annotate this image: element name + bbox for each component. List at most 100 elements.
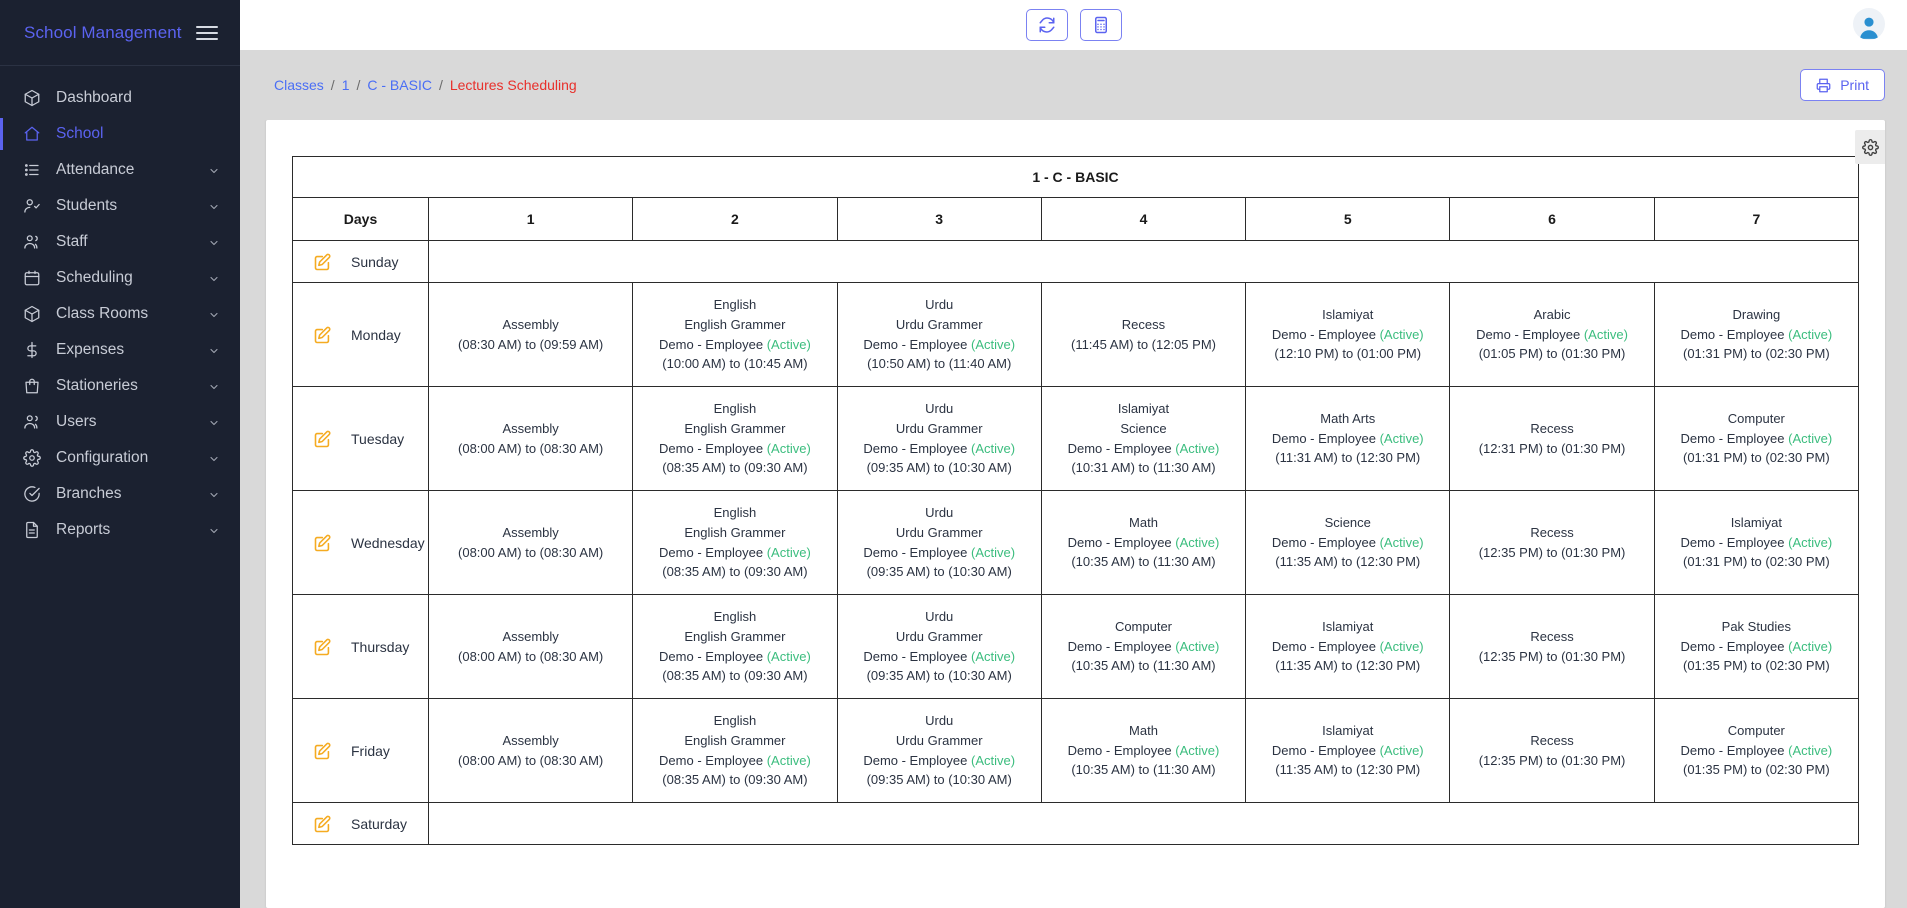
slot-topic: Urdu Grammer: [895, 628, 983, 644]
sidebar-item-scheduling[interactable]: Scheduling: [0, 260, 240, 296]
lecture-slot[interactable]: English English Grammer Demo - Employee (A…: [632, 698, 838, 803]
sidebar-item-configuration[interactable]: Configuration: [0, 440, 240, 476]
lecture-slot[interactable]: Recess (12:31 PM) to (01:30 PM): [1449, 386, 1655, 491]
lecture-slot[interactable]: Assembly (08:30 AM) to (09:59 AM): [427, 282, 634, 387]
day-label: Monday: [351, 326, 401, 343]
lecture-slot[interactable]: Math Demo - Employee (Active) (10:35 AM) t…: [1040, 490, 1247, 595]
slot-time: (01:05 PM) to (01:30 PM): [1478, 346, 1626, 362]
calculator-button[interactable]: [1079, 9, 1122, 41]
sidebar-item-branches[interactable]: Branches: [0, 476, 240, 512]
slot-teacher-line: Demo - Employee (Active): [844, 543, 1035, 563]
table-row: Saturday: [292, 802, 1859, 845]
brand-title: School Management: [24, 22, 182, 42]
slot-teacher: Demo - Employee: [1271, 430, 1376, 446]
edit-pencil-icon[interactable]: [313, 637, 333, 657]
chevron-down-icon: [208, 488, 220, 500]
slot-time: (01:31 PM) to (02:30 PM): [1683, 346, 1830, 362]
lecture-slot[interactable]: English English Grammer Demo - Employee (A…: [632, 386, 838, 491]
lecture-slot[interactable]: Assembly (08:00 AM) to (08:30 AM): [427, 490, 634, 595]
lecture-slot[interactable]: Assembly (08:00 AM) to (08:30 AM): [427, 698, 634, 803]
sidebar-item-attendance[interactable]: Attendance: [0, 152, 240, 188]
lecture-slot[interactable]: Islamiyat Demo - Employee (Active) (11:35 …: [1245, 698, 1451, 803]
lecture-slot[interactable]: Assembly (08:00 AM) to (08:30 AM): [427, 594, 634, 699]
lecture-slot[interactable]: Computer Demo - Employee (Active) (01:31 P…: [1653, 386, 1860, 491]
breadcrumb-item-3[interactable]: C - BASIC: [367, 77, 432, 93]
hamburger-icon[interactable]: [196, 25, 218, 40]
sidebar-item-dashboard[interactable]: Dashboard: [0, 80, 240, 116]
breadcrumb-item-1[interactable]: Classes: [274, 77, 324, 93]
sidebar-item-students[interactable]: Students: [0, 188, 240, 224]
lecture-slot[interactable]: Arabic Demo - Employee (Active) (01:05 PM)…: [1449, 282, 1655, 387]
lecture-slot[interactable]: Islamiyat Demo - Employee (Active) (12:10 …: [1245, 282, 1451, 387]
lecture-slot[interactable]: English English Grammer Demo - Employee (A…: [632, 594, 838, 699]
status-badge: (Active): [1175, 742, 1220, 758]
sidebar-item-label: Students: [56, 197, 118, 214]
day-label: Tuesday: [351, 430, 405, 447]
slot-time: (08:00 AM) to (08:30 AM): [458, 544, 604, 560]
lecture-slot[interactable]: Urdu Urdu Grammer Demo - Employee (Active)…: [836, 594, 1042, 699]
slot-subject: Math Arts: [1320, 410, 1376, 426]
slot-time: (09:35 AM) to (10:30 AM): [866, 460, 1012, 476]
chevron-down-icon: [208, 236, 220, 248]
sidebar-item-users[interactable]: Users: [0, 404, 240, 440]
lecture-slot[interactable]: English English Grammer Demo - Employee (A…: [632, 490, 838, 595]
empty-slot-row[interactable]: [428, 802, 1859, 845]
lecture-slot[interactable]: Science Demo - Employee (Active) (11:35 AM…: [1245, 490, 1451, 595]
edit-pencil-icon[interactable]: [313, 429, 333, 449]
slot-subject: Science: [1324, 514, 1371, 530]
lecture-slot[interactable]: Drawing Demo - Employee (Active) (01:31 PM…: [1653, 282, 1860, 387]
dollar-icon: [22, 340, 42, 360]
edit-pencil-icon[interactable]: [313, 814, 333, 834]
lecture-slot[interactable]: Islamiyat Demo - Employee (Active) (11:35 …: [1245, 594, 1451, 699]
slot-time: (10:00 AM) to (10:45 AM): [662, 356, 808, 372]
lecture-slot[interactable]: Urdu Urdu Grammer Demo - Employee (Active)…: [836, 490, 1042, 595]
status-badge: (Active): [1379, 430, 1424, 446]
lecture-slot[interactable]: Recess (12:35 PM) to (01:30 PM): [1449, 490, 1655, 595]
lecture-slot[interactable]: English English Grammer Demo - Employee (A…: [632, 282, 838, 387]
sidebar: School Management Dashboard School Attenda…: [0, 0, 240, 908]
users-icon: [22, 412, 42, 432]
edit-pencil-icon[interactable]: [313, 533, 333, 553]
table-row: Monday Assembly (08:30 AM) to (09:59 AM) En…: [292, 282, 1860, 387]
table-row: Friday Assembly (08:00 AM) to (08:30 AM) En…: [292, 698, 1860, 803]
settings-gear-button[interactable]: [1855, 130, 1885, 164]
slot-topic: Urdu Grammer: [895, 420, 983, 436]
edit-pencil-icon[interactable]: [313, 325, 333, 345]
empty-slot-row[interactable]: [428, 240, 1859, 283]
lecture-slot[interactable]: Recess (12:35 PM) to (01:30 PM): [1449, 698, 1655, 803]
lecture-slot[interactable]: Math Arts Demo - Employee (Active) (11:31 …: [1245, 386, 1451, 491]
print-button[interactable]: Print: [1800, 69, 1885, 101]
lecture-slot[interactable]: Islamiyat Demo - Employee (Active) (01:31 …: [1653, 490, 1860, 595]
refresh-button[interactable]: [1025, 9, 1068, 41]
lecture-slot[interactable]: Recess (12:35 PM) to (01:30 PM): [1449, 594, 1655, 699]
lecture-slot[interactable]: Computer Demo - Employee (Active) (10:35 A…: [1040, 594, 1247, 699]
slot-teacher: Demo - Employee: [1271, 326, 1376, 342]
status-badge: (Active): [971, 440, 1016, 456]
slot-teacher-line: Demo - Employee (Active): [844, 439, 1035, 459]
sidebar-item-reports[interactable]: Reports: [0, 512, 240, 548]
slot-subject: English: [713, 713, 757, 728]
table-row: Wednesday Assembly (08:00 AM) to (08:30 AM…: [292, 490, 1860, 595]
sidebar-nav: Dashboard School Attendance Students Staff Sc…: [0, 66, 240, 548]
sidebar-item-school[interactable]: School: [0, 116, 240, 152]
sidebar-item-label: Stationeries: [56, 377, 138, 394]
edit-pencil-icon[interactable]: [313, 252, 333, 272]
lecture-slot[interactable]: Urdu Urdu Grammer Demo - Employee (Active)…: [836, 282, 1042, 387]
lecture-slot[interactable]: Assembly (08:00 AM) to (08:30 AM): [427, 386, 634, 491]
user-check-icon: [22, 196, 42, 216]
lecture-slot[interactable]: Computer Demo - Employee (Active) (01:35 P…: [1653, 698, 1860, 803]
print-label: Print: [1840, 77, 1869, 93]
lecture-slot[interactable]: Recess (11:45 AM) to (12:05 PM): [1040, 282, 1247, 387]
lecture-slot[interactable]: Urdu Urdu Grammer Demo - Employee (Active)…: [836, 386, 1042, 491]
breadcrumb-item-2[interactable]: 1: [342, 77, 350, 93]
lecture-slot[interactable]: Urdu Urdu Grammer Demo - Employee (Active)…: [836, 698, 1042, 803]
avatar[interactable]: [1853, 8, 1885, 40]
sidebar-item-staff[interactable]: Staff: [0, 224, 240, 260]
edit-pencil-icon[interactable]: [313, 741, 333, 761]
sidebar-item-expenses[interactable]: Expenses: [0, 332, 240, 368]
sidebar-item-class-rooms[interactable]: Class Rooms: [0, 296, 240, 332]
lecture-slot[interactable]: Islamiyat Science Demo - Employee (Active)…: [1040, 386, 1247, 491]
lecture-slot[interactable]: Pak Studies Demo - Employee (Active) (01:3…: [1653, 594, 1860, 699]
lecture-slot[interactable]: Math Demo - Employee (Active) (10:35 AM) t…: [1040, 698, 1247, 803]
sidebar-item-stationeries[interactable]: Stationeries: [0, 368, 240, 404]
